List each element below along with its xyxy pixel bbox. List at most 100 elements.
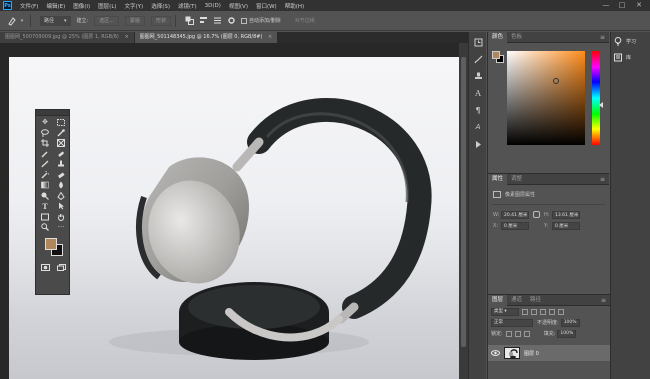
panel-menu-icon[interactable]: ≡ bbox=[600, 174, 605, 185]
make-shape-button[interactable]: 形状 bbox=[151, 15, 172, 26]
canvas-vertical-scrollbar[interactable] bbox=[459, 43, 468, 379]
dodge-tool-icon[interactable] bbox=[37, 191, 53, 202]
color-field[interactable] bbox=[507, 51, 585, 145]
tab-swatches[interactable]: 色板 bbox=[507, 32, 526, 43]
foreground-color-swatch[interactable] bbox=[45, 237, 57, 250]
lock-pixels-icon[interactable] bbox=[505, 330, 512, 337]
menu-type[interactable]: 文字(Y) bbox=[121, 2, 148, 10]
width-field[interactable]: 20.41 厘米 bbox=[501, 210, 529, 219]
lock-position-icon[interactable] bbox=[514, 330, 521, 337]
hue-slider-handle[interactable] bbox=[599, 102, 603, 108]
tab-adjustments[interactable]: 调整 bbox=[507, 174, 526, 185]
align-edges-label[interactable]: 对齐边缘 bbox=[295, 17, 315, 24]
minimize-button[interactable]: — bbox=[600, 0, 612, 11]
filter-smart-object-icon[interactable] bbox=[558, 308, 564, 315]
menu-filter[interactable]: 滤镜(T) bbox=[174, 2, 201, 10]
document-image[interactable] bbox=[9, 57, 464, 379]
tab-paths[interactable]: 路径 bbox=[526, 295, 545, 306]
foreground-color-chip[interactable] bbox=[492, 51, 500, 59]
auto-add-delete-checkbox[interactable] bbox=[241, 17, 248, 24]
tab-document-2[interactable]: 图图网_501148345.jpg @ 16.7% (图层 0, RGB/8#)… bbox=[134, 32, 279, 43]
type-tool-icon[interactable]: T bbox=[37, 201, 53, 212]
menu-window[interactable]: 窗口(W) bbox=[252, 2, 281, 10]
close-button[interactable]: ✕ bbox=[633, 0, 645, 11]
menu-view[interactable]: 视图(V) bbox=[225, 2, 252, 10]
panel-menu-icon[interactable]: ≡ bbox=[600, 32, 605, 43]
tab-document-1[interactable]: 图图网_500709009.jpg @ 25% (图层 1, RGB/8) × bbox=[0, 32, 135, 43]
path-alignment-icon[interactable] bbox=[198, 16, 208, 26]
tool-preset-picker[interactable]: ▾ bbox=[4, 14, 26, 28]
path-selection-tool-icon[interactable] bbox=[53, 201, 69, 212]
screen-mode-icon[interactable] bbox=[53, 263, 69, 274]
link-icon[interactable] bbox=[533, 211, 540, 218]
healing-brush-tool-icon[interactable] bbox=[53, 149, 69, 160]
menu-file[interactable]: 文件(F) bbox=[16, 2, 42, 10]
menu-edit[interactable]: 编辑(E) bbox=[42, 2, 69, 10]
maximize-button[interactable]: □ bbox=[616, 0, 628, 11]
history-brush-tool-icon[interactable] bbox=[37, 170, 53, 181]
blend-mode-select[interactable]: 正常 bbox=[491, 318, 533, 327]
clone-source-panel-icon[interactable] bbox=[469, 69, 487, 83]
character-panel-icon[interactable]: A bbox=[469, 86, 487, 100]
lasso-tool-icon[interactable] bbox=[37, 128, 53, 139]
libraries-panel-button[interactable]: 库 bbox=[611, 51, 650, 64]
more-tools-icon[interactable]: ··· bbox=[53, 222, 69, 233]
y-field[interactable]: 0 厘米 bbox=[552, 221, 580, 230]
scrollbar-thumb[interactable] bbox=[461, 57, 466, 347]
quick-mask-icon[interactable] bbox=[37, 263, 53, 274]
height-field[interactable]: 13.61 厘米 bbox=[552, 210, 580, 219]
color-picker-marker[interactable] bbox=[553, 78, 559, 84]
actions-panel-icon[interactable] bbox=[469, 137, 487, 151]
eyedropper-tool-icon[interactable] bbox=[37, 149, 53, 160]
path-arrangement-icon[interactable] bbox=[212, 16, 222, 26]
mode-select[interactable]: 路径 ▾ bbox=[40, 15, 71, 26]
hue-slider[interactable] bbox=[592, 51, 600, 145]
tab-color[interactable]: 颜色 bbox=[488, 31, 508, 43]
clone-stamp-tool-icon[interactable] bbox=[53, 159, 69, 170]
fill-field[interactable]: 100% bbox=[557, 329, 577, 338]
hand-tool-icon[interactable] bbox=[53, 212, 69, 223]
gradient-tool-icon[interactable] bbox=[37, 180, 53, 191]
tab-properties[interactable]: 属性 bbox=[488, 173, 508, 185]
lock-all-icon[interactable] bbox=[523, 330, 530, 337]
learn-panel-button[interactable]: 学习 bbox=[611, 35, 650, 48]
rectangle-tool-icon[interactable] bbox=[37, 212, 53, 223]
zoom-tool-icon[interactable] bbox=[37, 222, 53, 233]
layer-kind-select[interactable]: 类型 ▾ bbox=[491, 307, 519, 316]
tab-channels[interactable]: 通道 bbox=[507, 295, 526, 306]
brush-tool-icon[interactable] bbox=[37, 159, 53, 170]
quick-selection-tool-icon[interactable] bbox=[53, 128, 69, 139]
filter-pixel-icon[interactable] bbox=[522, 308, 528, 315]
photoshop-logo[interactable]: Ps bbox=[3, 1, 12, 10]
crop-tool-icon[interactable] bbox=[37, 138, 53, 149]
panel-menu-icon[interactable]: ≡ bbox=[601, 295, 606, 306]
eraser-tool-icon[interactable] bbox=[53, 170, 69, 181]
filter-type-icon[interactable] bbox=[540, 308, 546, 315]
menu-image[interactable]: 图像(I) bbox=[69, 2, 94, 10]
tab-layers[interactable]: 图层 bbox=[488, 294, 508, 306]
filter-shape-icon[interactable] bbox=[549, 308, 555, 315]
eye-icon[interactable] bbox=[490, 350, 500, 356]
path-operations-icon[interactable] bbox=[184, 16, 194, 26]
close-icon[interactable]: × bbox=[124, 34, 128, 40]
filter-adjustment-icon[interactable] bbox=[531, 308, 537, 315]
close-icon[interactable]: × bbox=[268, 34, 272, 40]
menu-help[interactable]: 帮助(H) bbox=[281, 2, 308, 10]
gear-icon[interactable] bbox=[226, 16, 236, 26]
x-field[interactable]: 0 厘米 bbox=[501, 221, 529, 230]
frame-tool-icon[interactable] bbox=[53, 138, 69, 149]
move-tool-icon[interactable]: ✥ bbox=[37, 117, 53, 128]
blur-tool-icon[interactable] bbox=[53, 180, 69, 191]
pen-tool-icon[interactable] bbox=[53, 191, 69, 202]
marquee-tool-icon[interactable] bbox=[53, 117, 69, 128]
opacity-field[interactable]: 100% bbox=[560, 318, 580, 327]
make-selection-button[interactable]: 选区... bbox=[94, 15, 119, 26]
glyphs-panel-icon[interactable]: A bbox=[469, 120, 487, 134]
canvas-area[interactable] bbox=[0, 43, 468, 379]
layer-row[interactable]: 图层 0 bbox=[488, 345, 610, 361]
brush-settings-panel-icon[interactable] bbox=[469, 52, 487, 66]
make-mask-button[interactable]: 蒙版 bbox=[125, 15, 146, 26]
paragraph-panel-icon[interactable]: ¶ bbox=[469, 103, 487, 117]
menu-3d[interactable]: 3D(D) bbox=[201, 3, 225, 9]
menu-select[interactable]: 选择(S) bbox=[147, 2, 174, 10]
